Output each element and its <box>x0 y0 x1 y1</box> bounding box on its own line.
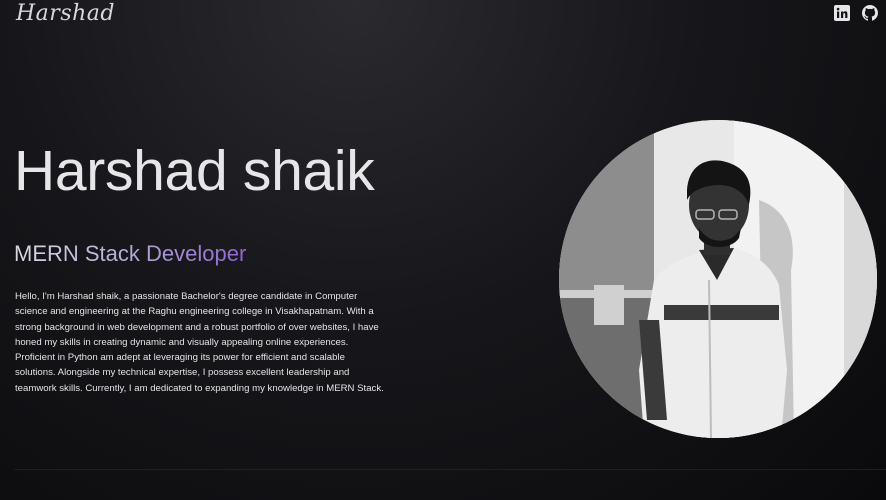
github-link[interactable] <box>862 5 878 21</box>
navbar: Harshad <box>0 0 886 30</box>
linkedin-icon <box>834 5 850 21</box>
linkedin-link[interactable] <box>834 5 850 21</box>
site-logo[interactable]: Harshad <box>16 1 115 26</box>
github-icon <box>862 5 878 21</box>
hero-name: Harshad shaik <box>14 139 375 203</box>
profile-photo-image <box>559 120 877 438</box>
section-divider <box>14 469 886 470</box>
profile-photo <box>559 120 877 438</box>
bio-paragraph: Hello, I'm Harshad shaik, a passionate B… <box>15 291 384 394</box>
role-title: MERN Stack Developer <box>14 241 247 266</box>
social-links <box>834 5 878 21</box>
